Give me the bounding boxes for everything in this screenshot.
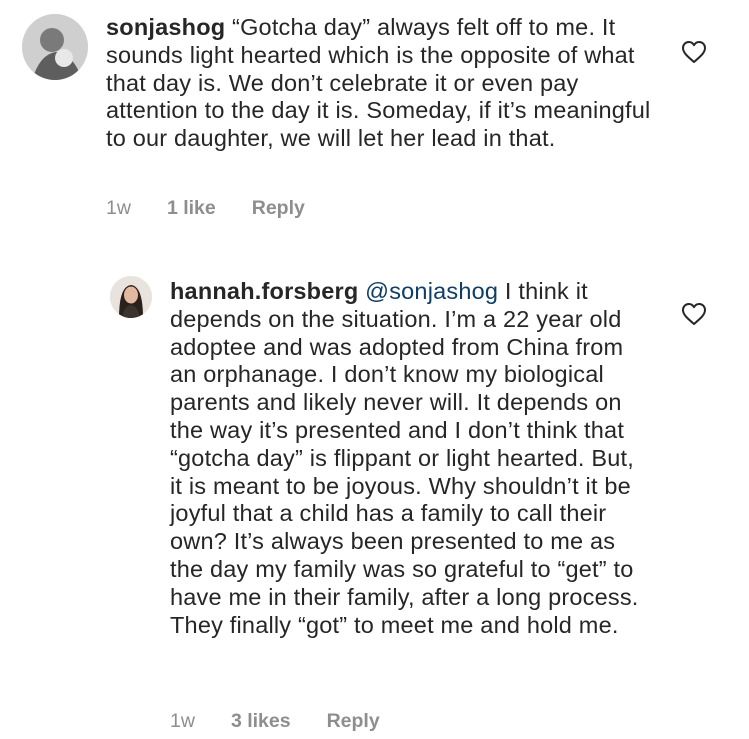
username-link[interactable]: hannah.forsberg — [170, 278, 358, 304]
reply-button[interactable]: Reply — [252, 197, 305, 220]
reply-button[interactable]: Reply — [327, 710, 380, 733]
avatar[interactable] — [22, 14, 88, 80]
comment-meta: 1w 3 likes Reply — [170, 710, 416, 733]
like-heart-icon[interactable] — [681, 40, 707, 64]
comment-time: 1w — [170, 710, 195, 732]
comment-text: hannah.forsberg @sonjashog I think it de… — [170, 278, 650, 639]
comment-body: I think it depends on the situation. I’m… — [170, 278, 639, 638]
avatar[interactable] — [110, 276, 152, 318]
mention-link[interactable]: @sonjashog — [365, 278, 498, 304]
comment-time: 1w — [106, 197, 131, 219]
likes-count[interactable]: 3 likes — [231, 710, 291, 733]
like-heart-icon[interactable] — [681, 302, 707, 326]
likes-count[interactable]: 1 like — [167, 197, 216, 220]
comment-text: sonjashog “Gotcha day” always felt off t… — [106, 14, 666, 153]
avatar-photo-icon — [110, 276, 152, 318]
username-link[interactable]: sonjashog — [106, 14, 225, 40]
avatar-photo-icon — [22, 14, 88, 80]
comment-meta: 1w 1 like Reply — [106, 197, 341, 220]
